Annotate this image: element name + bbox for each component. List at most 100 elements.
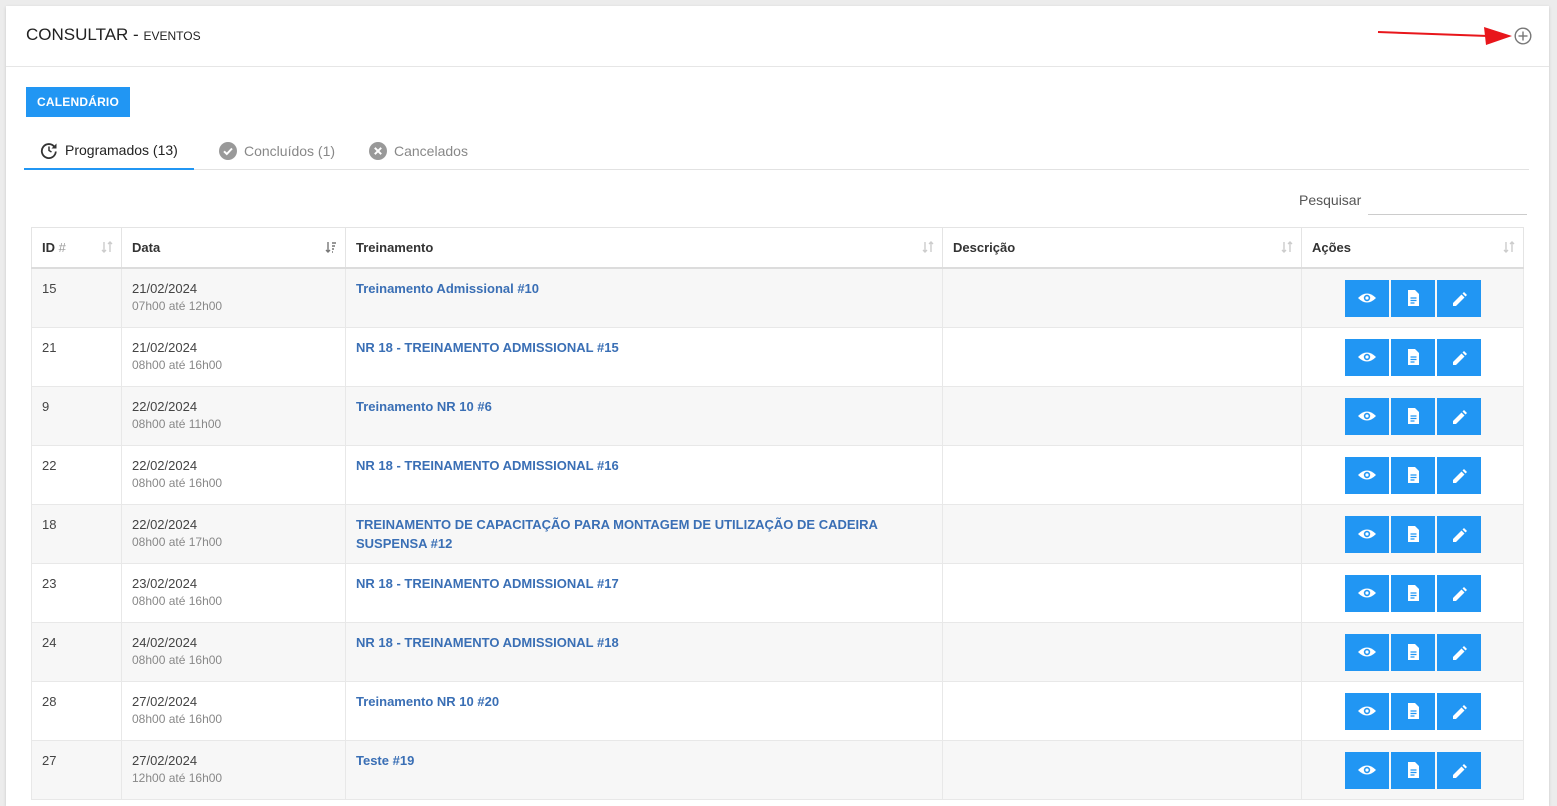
document-button[interactable] [1390, 339, 1435, 376]
status-tabs: Programados (13) Concluídos (1) Cancelad… [24, 132, 1529, 170]
pencil-icon [1452, 469, 1467, 483]
training-link[interactable]: NR 18 - TREINAMENTO ADMISSIONAL #18 [356, 623, 932, 652]
cell-date: 23/02/2024 08h00 até 16h00 [121, 563, 346, 623]
row-time: 08h00 até 16h00 [132, 358, 223, 372]
row-time: 08h00 até 11h00 [132, 417, 222, 431]
cell-description [942, 681, 1302, 741]
training-link[interactable]: NR 18 - TREINAMENTO ADMISSIONAL #16 [356, 446, 932, 475]
tab-label: Programados (13) [65, 142, 178, 158]
document-button[interactable] [1390, 516, 1435, 553]
row-time: 08h00 até 16h00 [132, 653, 223, 667]
column-header-description[interactable]: Descrição [942, 227, 1302, 269]
column-header-training[interactable]: Treinamento [345, 227, 943, 269]
document-icon [1407, 644, 1419, 660]
view-button[interactable] [1344, 752, 1389, 789]
row-time: 12h00 até 16h00 [132, 771, 223, 785]
eye-icon [1357, 352, 1376, 362]
edit-button[interactable] [1436, 457, 1481, 494]
column-header-actions[interactable]: Ações [1301, 227, 1524, 269]
sort-descending-icon [325, 242, 336, 253]
view-button[interactable] [1344, 398, 1389, 435]
cell-description [942, 740, 1302, 800]
pencil-icon [1452, 351, 1467, 365]
edit-button[interactable] [1436, 634, 1481, 671]
events-table: ID # Data Treinamento Descrição Ações 15… [31, 227, 1524, 800]
training-link[interactable]: Treinamento NR 10 #6 [356, 387, 932, 416]
tab-cancelados[interactable]: Cancelados [369, 132, 468, 169]
header-label: ID [42, 240, 55, 255]
pencil-icon [1452, 646, 1467, 660]
eye-icon [1357, 293, 1376, 303]
view-button[interactable] [1344, 693, 1389, 730]
row-date: 23/02/2024 [132, 576, 198, 591]
page-title-main: CONSULTAR - [26, 25, 144, 44]
row-description [953, 269, 1291, 281]
cell-actions [1301, 622, 1524, 682]
cell-training: Teste #19 [345, 740, 943, 800]
cell-description [942, 327, 1302, 387]
column-header-id[interactable]: ID # [31, 227, 122, 269]
add-circle-icon[interactable] [1514, 27, 1532, 45]
training-link[interactable]: NR 18 - TREINAMENTO ADMISSIONAL #17 [356, 564, 932, 593]
document-button[interactable] [1390, 280, 1435, 317]
cell-actions [1301, 445, 1524, 505]
document-icon [1407, 762, 1419, 778]
document-button[interactable] [1390, 575, 1435, 612]
page-title-sub: EVENTOS [143, 29, 201, 43]
view-button[interactable] [1344, 575, 1389, 612]
view-button[interactable] [1344, 516, 1389, 553]
tab-programados[interactable]: Programados (13) [24, 132, 194, 170]
document-button[interactable] [1390, 457, 1435, 494]
training-link[interactable]: TREINAMENTO DE CAPACITAÇÃO PARA MONTAGEM… [356, 505, 932, 553]
cell-training: NR 18 - TREINAMENTO ADMISSIONAL #16 [345, 445, 943, 505]
document-button[interactable] [1390, 752, 1435, 789]
training-link[interactable]: Treinamento NR 10 #20 [356, 682, 932, 711]
cell-actions [1301, 740, 1524, 800]
row-time: 08h00 até 16h00 [132, 594, 223, 608]
edit-button[interactable] [1436, 752, 1481, 789]
cell-training: NR 18 - TREINAMENTO ADMISSIONAL #18 [345, 622, 943, 682]
cell-description [942, 504, 1302, 564]
cell-actions [1301, 386, 1524, 446]
tab-label: Cancelados [394, 142, 468, 159]
row-date: 21/02/2024 [132, 281, 198, 296]
document-icon [1407, 703, 1419, 719]
training-link[interactable]: Teste #19 [356, 741, 932, 770]
edit-button[interactable] [1436, 693, 1481, 730]
edit-button[interactable] [1436, 516, 1481, 553]
search-input[interactable] [1368, 186, 1527, 215]
document-button[interactable] [1390, 634, 1435, 671]
table-row: 23 23/02/2024 08h00 até 16h00 NR 18 - TR… [31, 563, 1524, 623]
cell-date: 21/02/2024 07h00 até 12h00 [121, 267, 346, 328]
cell-date: 27/02/2024 08h00 até 16h00 [121, 681, 346, 741]
row-time: 07h00 até 12h00 [132, 299, 223, 313]
edit-button[interactable] [1436, 280, 1481, 317]
row-date: 27/02/2024 [132, 694, 198, 709]
pencil-icon [1452, 528, 1467, 542]
edit-button[interactable] [1436, 398, 1481, 435]
row-id: 22 [42, 458, 57, 473]
edit-button[interactable] [1436, 339, 1481, 376]
document-button[interactable] [1390, 398, 1435, 435]
sort-icon [1281, 241, 1293, 253]
view-button[interactable] [1344, 457, 1389, 494]
training-link[interactable]: Treinamento Admissional #10 [356, 269, 932, 298]
training-link[interactable]: NR 18 - TREINAMENTO ADMISSIONAL #15 [356, 328, 932, 357]
document-icon [1407, 526, 1419, 542]
eye-icon [1357, 765, 1376, 775]
view-button[interactable] [1344, 634, 1389, 671]
tab-concluidos[interactable]: Concluídos (1) [219, 132, 335, 169]
column-header-date[interactable]: Data [121, 227, 346, 269]
cell-id: 22 [31, 445, 122, 505]
table-row: 9 22/02/2024 08h00 até 11h00 Treinamento… [31, 386, 1524, 446]
view-button[interactable] [1344, 280, 1389, 317]
view-button[interactable] [1344, 339, 1389, 376]
header-label: Ações [1312, 240, 1352, 255]
calendar-button[interactable]: CALENDÁRIO [26, 87, 130, 117]
row-description [953, 328, 1291, 340]
cell-id: 21 [31, 327, 122, 387]
table-row: 15 21/02/2024 07h00 até 12h00 Treinament… [31, 267, 1524, 328]
document-button[interactable] [1390, 693, 1435, 730]
cell-description [942, 445, 1302, 505]
edit-button[interactable] [1436, 575, 1481, 612]
